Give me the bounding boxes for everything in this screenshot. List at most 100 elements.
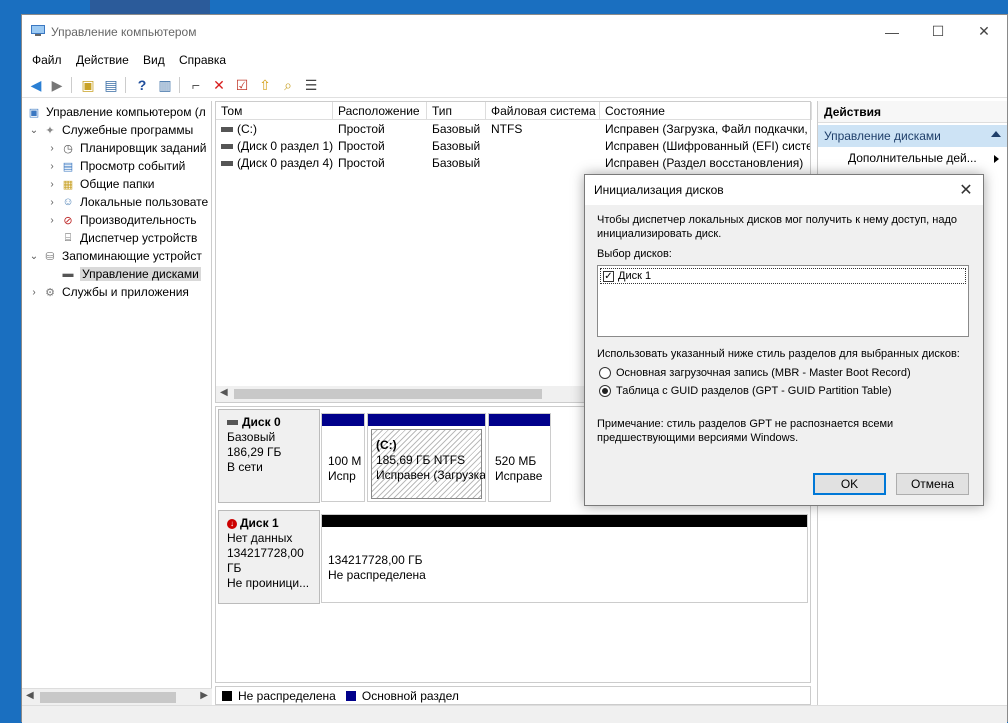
cell-type: Базовый <box>432 156 481 170</box>
tree-item-services[interactable]: › ⚙ Службы и приложения <box>28 283 189 301</box>
tree-item-label: Локальные пользовате <box>80 195 208 209</box>
menu-file[interactable]: Файл <box>32 53 62 67</box>
disk-0-title: Диск 0 <box>227 415 311 430</box>
tree-item-label: Диспетчер устройств <box>80 231 198 245</box>
tree-item-performance[interactable]: › ⊘ Производительность <box>46 211 196 229</box>
back-arrow-icon[interactable]: ◀ <box>27 76 45 94</box>
menu-action[interactable]: Действие <box>76 53 129 67</box>
scrollbar-thumb[interactable] <box>40 692 176 703</box>
scroll-right-icon[interactable]: ▶ <box>200 690 208 701</box>
tree-item-system-tools[interactable]: ⌄ ✦ Служебные программы <box>28 121 193 139</box>
tree-item-task-scheduler[interactable]: › ◷ Планировщик заданий <box>46 139 208 157</box>
cell-status: Исправен (Загрузка, Файл подкачки, <box>605 122 808 136</box>
scroll-left-icon[interactable]: ◀ <box>220 387 228 398</box>
volume-icon <box>221 161 233 167</box>
collapse-chevron-icon[interactable]: ⌄ <box>28 125 40 136</box>
expand-chevron-icon[interactable]: › <box>46 161 58 172</box>
partition-size: 520 МБ <box>495 454 537 468</box>
disk-1-info[interactable]: ↓ Диск 1 Нет данных 134217728,00 ГБ Не пр… <box>218 510 320 604</box>
disk-legend: Не распределена Основной раздел <box>215 686 811 705</box>
tools-icon: ✦ <box>45 124 55 137</box>
table-row[interactable]: (C:) Простой Базовый NTFS Исправен (Загр… <box>216 121 810 138</box>
partition-c[interactable]: (C:) 185,69 ГБ NTFS Исправен (Загрузка <box>367 413 486 502</box>
column-header-layout[interactable]: Расположение <box>333 102 427 120</box>
mbr-radio[interactable] <box>599 367 611 379</box>
partition-size: 134217728,00 ГБ <box>328 553 423 567</box>
partition-style-label: Использовать указанный ниже стиль раздел… <box>597 348 960 360</box>
dialog-close-button[interactable]: ✕ <box>949 175 983 205</box>
disk-1-type: Нет данных <box>227 531 293 545</box>
cell-layout: Простой <box>338 156 385 170</box>
help-icon[interactable]: ? <box>133 76 151 94</box>
cancel-button[interactable]: Отмена <box>896 473 969 495</box>
table-row[interactable]: (Диск 0 раздел 4) Простой Базовый Исправ… <box>216 155 810 172</box>
connect-icon[interactable]: ⌐ <box>187 76 205 94</box>
scroll-left-icon[interactable]: ◀ <box>26 690 34 701</box>
folder-up-icon[interactable]: ⇧ <box>256 76 274 94</box>
select-disks-label: Выбор дисков: <box>597 248 672 260</box>
search-folder-icon[interactable]: ⌕ <box>279 76 297 94</box>
title-bar: Управление компьютером — ☐ ✕ <box>22 15 1007 48</box>
tree-item-storage[interactable]: ⌄ ⛁ Запоминающие устройст <box>28 247 204 265</box>
actions-section-disk-management[interactable]: Управление дисками <box>818 125 1007 147</box>
delete-icon[interactable]: ✕ <box>210 76 228 94</box>
partition-c-text: (C:) 185,69 ГБ NTFS Исправен (Загрузка <box>376 438 485 483</box>
column-header-type[interactable]: Тип <box>427 102 486 120</box>
disk-1-list-item[interactable]: ✓ Диск 1 <box>600 268 966 284</box>
window-title: Управление компьютером <box>51 25 197 39</box>
menu-help[interactable]: Справка <box>179 53 226 67</box>
ok-button[interactable]: OK <box>813 473 886 495</box>
disk-1-size: 134217728,00 ГБ <box>227 546 304 575</box>
column-header-status[interactable]: Состояние <box>600 102 812 120</box>
collapse-triangle-icon[interactable] <box>991 131 1001 137</box>
expand-chevron-icon[interactable]: › <box>46 215 58 226</box>
actions-more-item[interactable]: Дополнительные дей... <box>848 151 977 165</box>
expand-chevron-icon[interactable]: › <box>46 143 58 154</box>
maximize-button[interactable]: ☐ <box>915 15 961 48</box>
forward-arrow-icon[interactable]: ▶ <box>48 76 66 94</box>
collapse-chevron-icon[interactable]: ⌄ <box>28 251 40 262</box>
partition-recovery[interactable]: 520 МБ Исправе <box>488 413 551 502</box>
clock-icon: ◷ <box>63 142 73 155</box>
computer-management-icon: ▣ <box>28 106 40 119</box>
actions-header: Действия <box>818 101 1007 123</box>
tree-item-local-users[interactable]: › ☺ Локальные пользовате <box>46 193 208 211</box>
up-folder-icon[interactable]: ▣ <box>79 76 97 94</box>
device-manager-icon: ⌸ <box>64 231 72 244</box>
partition-unallocated[interactable]: 134217728,00 ГБ Не распределена <box>321 514 808 603</box>
properties-pane-icon[interactable]: ▥ <box>156 76 174 94</box>
cell-filesystem <box>486 155 600 172</box>
tree-root[interactable]: ▣ Управление компьютером (л <box>24 103 210 121</box>
event-viewer-icon: ▤ <box>62 160 74 173</box>
tree-item-disk-management[interactable]: ▬ Управление дисками <box>46 265 201 283</box>
scrollbar-thumb[interactable] <box>234 389 542 399</box>
column-header-filesystem[interactable]: Файловая система <box>486 102 600 120</box>
gpt-option[interactable]: Таблица с GUID разделов (GPT - GUID Part… <box>599 385 892 397</box>
column-header-volume[interactable]: Том <box>216 102 333 120</box>
tree-horizontal-scrollbar[interactable]: ◀ ▶ <box>22 688 212 705</box>
close-button[interactable]: ✕ <box>961 15 1007 48</box>
expand-chevron-icon[interactable]: › <box>46 179 58 190</box>
partition-efi[interactable]: 100 М Испр <box>321 413 365 502</box>
partition-efi-text: 100 М Испр <box>328 454 361 484</box>
mbr-option[interactable]: Основная загрузочная запись (MBR - Maste… <box>599 367 911 379</box>
disk-1-checkbox[interactable]: ✓ <box>603 270 614 282</box>
disk-0-info[interactable]: Диск 0 Базовый 186,29 ГБ В сети <box>218 409 320 503</box>
tree-item-shared-folders[interactable]: › ▦ Общие папки <box>46 175 154 193</box>
cell-filesystem <box>486 138 600 155</box>
storage-icon: ⛁ <box>45 250 55 263</box>
tree-item-label: Управление дисками <box>80 267 201 281</box>
disk-1-name: Диск 1 <box>240 516 279 530</box>
gpt-radio[interactable] <box>599 385 611 397</box>
cell-volume-text: (Диск 0 раздел 1) <box>237 139 333 153</box>
tree-item-device-manager[interactable]: ⌸ Диспетчер устройств <box>46 229 198 247</box>
table-row[interactable]: (Диск 0 раздел 1) Простой Базовый Исправ… <box>216 138 810 155</box>
list-view-icon[interactable]: ☰ <box>302 76 320 94</box>
menu-view[interactable]: Вид <box>143 53 165 67</box>
expand-chevron-icon[interactable]: › <box>28 287 40 298</box>
minimize-button[interactable]: — <box>869 15 915 48</box>
checklist-icon[interactable]: ☑ <box>233 76 251 94</box>
show-hide-tree-icon[interactable]: ▤ <box>102 76 120 94</box>
tree-item-event-viewer[interactable]: › ▤ Просмотр событий <box>46 157 185 175</box>
expand-chevron-icon[interactable]: › <box>46 197 58 208</box>
